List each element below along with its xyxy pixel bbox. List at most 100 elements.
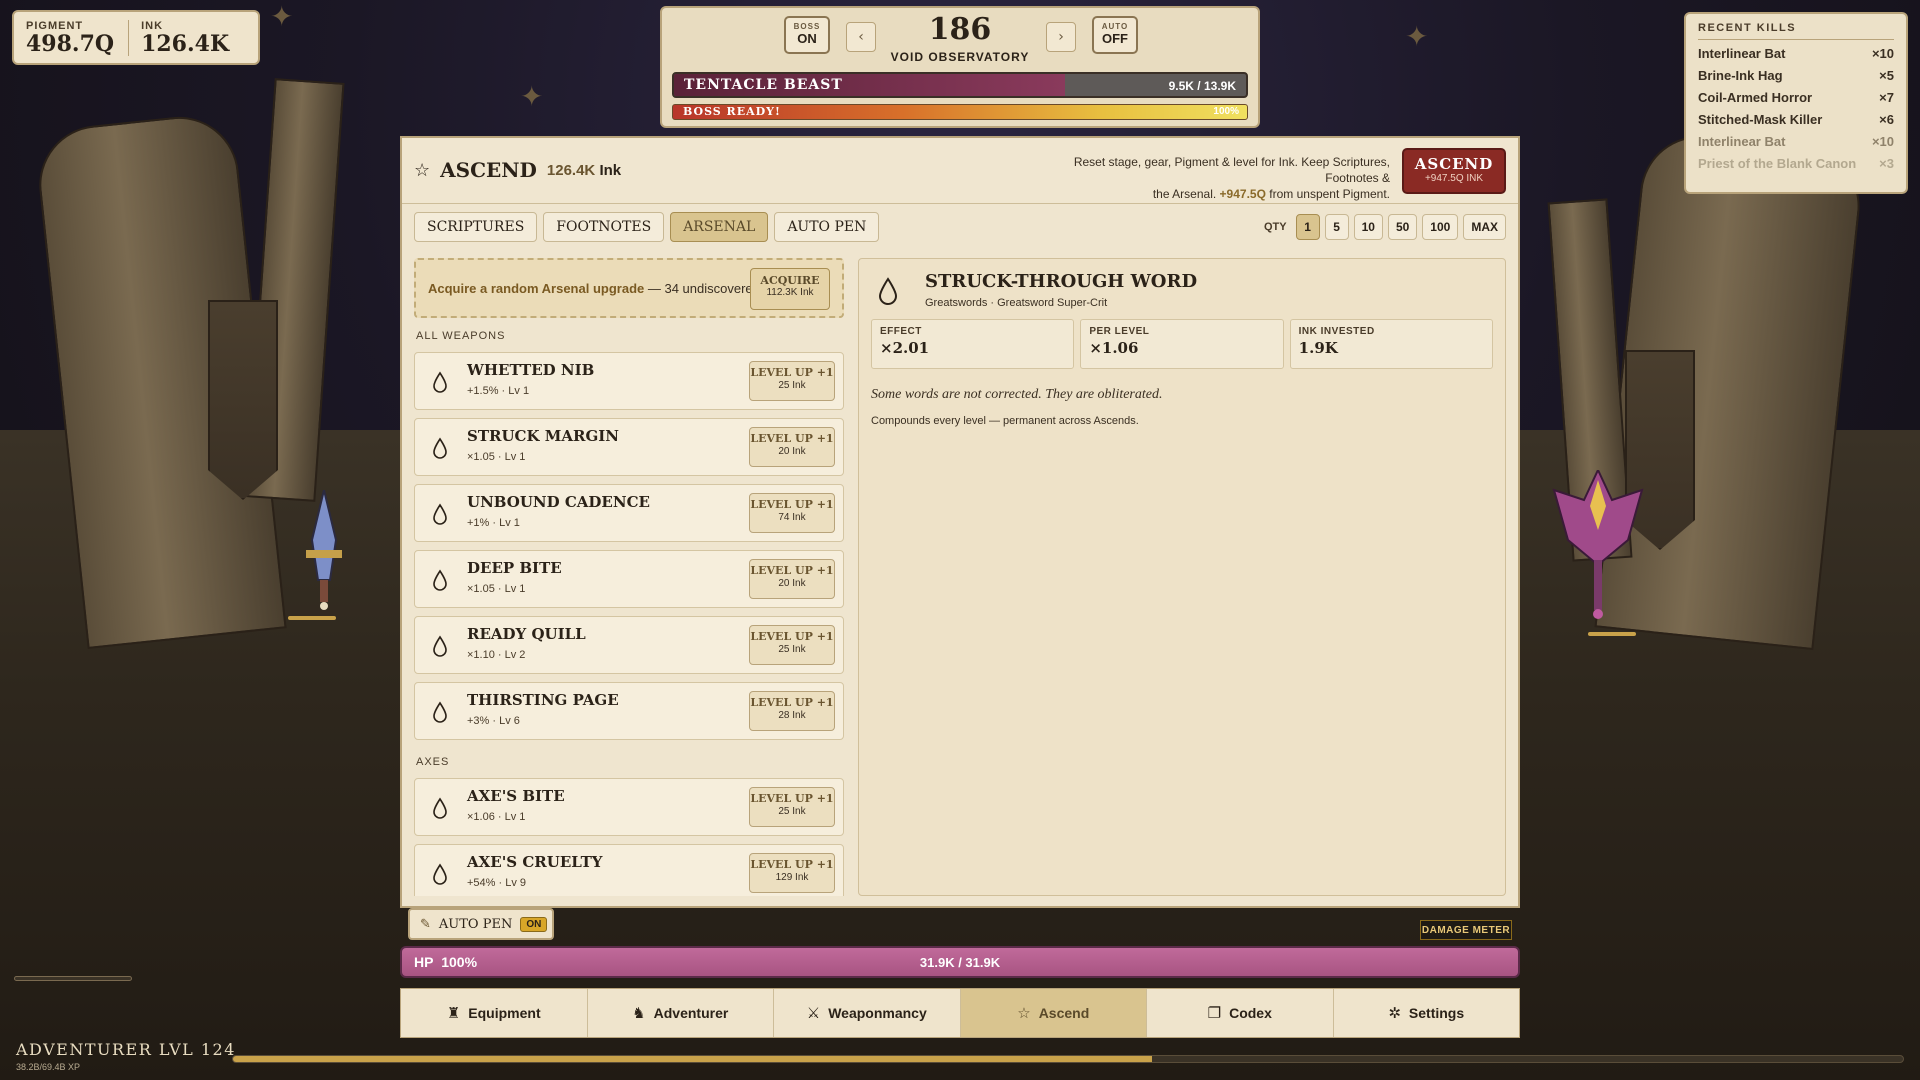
level-up-button[interactable]: LEVEL UP +1 25 Ink bbox=[749, 787, 835, 827]
qty-options: 1 5 10 50 100 MAX bbox=[1295, 214, 1506, 240]
level-up-label: LEVEL UP +1 bbox=[750, 792, 834, 805]
ascend-title-text: ASCEND bbox=[440, 158, 537, 182]
qty-option-50[interactable]: 50 bbox=[1387, 214, 1418, 240]
adventurer-level: ADVENTURER LVL 124 bbox=[16, 1040, 236, 1059]
nav-label: Adventurer bbox=[653, 1005, 729, 1021]
boss-ready-text: BOSS READY! bbox=[683, 105, 781, 118]
adventurer-icon: ♞ bbox=[632, 1004, 646, 1022]
upgrade-name: AXE'S BITE bbox=[467, 787, 565, 805]
star-decoration-icon: ✦ bbox=[520, 80, 544, 113]
level-up-button[interactable]: LEVEL UP +1 129 Ink bbox=[749, 853, 835, 893]
weapon-upgrade-card[interactable]: THIRSTING PAGE +3% · Lv 6 LEVEL UP +1 28 In… bbox=[414, 682, 844, 740]
kill-count: ×5 bbox=[1879, 68, 1894, 83]
level-up-button[interactable]: LEVEL UP +1 74 Ink bbox=[749, 493, 835, 533]
upgrade-stats: +54% · Lv 9 bbox=[467, 877, 527, 889]
level-up-button[interactable]: LEVEL UP +1 25 Ink bbox=[749, 361, 835, 401]
nav-weaponmancy[interactable]: ⚔ Weaponmancy bbox=[774, 989, 961, 1037]
tab-arsenal[interactable]: ARSENAL bbox=[670, 212, 769, 242]
level-up-label: LEVEL UP +1 bbox=[750, 696, 834, 709]
ascend-desc-highlight: +947.5Q bbox=[1219, 187, 1266, 201]
ink-drop-icon bbox=[433, 635, 447, 657]
upgrade-name: UNBOUND CADENCE bbox=[467, 493, 650, 511]
star-decoration-icon: ✦ bbox=[270, 0, 294, 33]
qty-option-max[interactable]: MAX bbox=[1463, 214, 1506, 240]
level-up-label: LEVEL UP +1 bbox=[750, 858, 834, 871]
weapon-upgrade-card[interactable]: AXE'S BITE ×1.06 · Lv 1 LEVEL UP +1 25 Ink bbox=[414, 778, 844, 836]
kill-name: Interlinear Bat bbox=[1698, 134, 1786, 149]
auto-toggle[interactable]: AUTO OFF bbox=[1092, 16, 1138, 54]
next-stage-button[interactable]: › bbox=[1046, 22, 1076, 52]
stat-effect: EFFECT ×2.01 bbox=[871, 319, 1075, 369]
auto-pen-toggle[interactable]: ✎ AUTO PEN ON bbox=[408, 908, 554, 940]
nav-ascend[interactable]: ☆ Ascend bbox=[960, 989, 1147, 1037]
chevron-right-icon: › bbox=[1058, 29, 1064, 45]
ink-drop-icon bbox=[433, 863, 447, 885]
ascend-button[interactable]: ASCEND +947.5Q INK bbox=[1402, 148, 1506, 194]
nav-settings[interactable]: ✲ Settings bbox=[1334, 989, 1520, 1037]
weapon-upgrade-card[interactable]: DEEP BITE ×1.05 · Lv 1 LEVEL UP +1 20 Ink bbox=[414, 550, 844, 608]
pouch-icon: ♜ bbox=[446, 1004, 461, 1022]
section-label: AXES bbox=[416, 756, 450, 768]
nav-label: Weaponmancy bbox=[828, 1005, 927, 1021]
tab-footnotes[interactable]: FOOTNOTES bbox=[543, 212, 665, 242]
nav-adventurer[interactable]: ♞ Adventurer bbox=[588, 989, 774, 1037]
upgrade-stats: ×1.06 · Lv 1 bbox=[467, 811, 526, 823]
pigment-counter: PIGMENT 498.7Q bbox=[26, 20, 128, 56]
qty-option-1[interactable]: 1 bbox=[1295, 214, 1320, 240]
weapon-upgrade-card[interactable]: STRUCK MARGIN ×1.05 · Lv 1 LEVEL UP +1 20 I… bbox=[414, 418, 844, 476]
currency-panel: PIGMENT 498.7Q INK 126.4K bbox=[12, 10, 260, 65]
acquire-button[interactable]: ACQUIRE 112.3K Ink bbox=[750, 268, 830, 310]
book-icon: ❐ bbox=[1207, 1004, 1222, 1022]
kill-count: ×10 bbox=[1871, 134, 1894, 149]
tab-scriptures[interactable]: SCRIPTURES bbox=[414, 212, 538, 242]
nav-codex[interactable]: ❐ Codex bbox=[1147, 989, 1334, 1037]
hp-value: 31.9K / 31.9K bbox=[919, 955, 1001, 970]
kill-name: Interlinear Bat bbox=[1698, 46, 1786, 61]
bottom-nav: ♜ Equipment ♞ Adventurer ⚔ Weaponmancy ☆ Ascend… bbox=[400, 988, 1520, 1038]
ink-drop-icon bbox=[433, 371, 447, 393]
ascend-desc-line1: Reset stage, gear, Pigment & level for I… bbox=[1073, 155, 1390, 185]
nav-label: Settings bbox=[1408, 1005, 1465, 1021]
damage-meter-button[interactable]: DAMAGE METER bbox=[1420, 920, 1512, 940]
kill-name: Stitched-Mask Killer bbox=[1698, 112, 1823, 127]
qty-option-5[interactable]: 5 bbox=[1324, 214, 1349, 240]
tab-auto-pen[interactable]: AUTO PEN bbox=[774, 212, 880, 242]
quantity-selector: QTY 1 5 10 50 100 MAX bbox=[1264, 214, 1506, 240]
weapon-upgrade-card[interactable]: UNBOUND CADENCE +1% · Lv 1 LEVEL UP +1 74 I… bbox=[414, 484, 844, 542]
level-up-button[interactable]: LEVEL UP +1 20 Ink bbox=[749, 427, 835, 467]
nav-label: Codex bbox=[1229, 1005, 1272, 1021]
level-up-button[interactable]: LEVEL UP +1 20 Ink bbox=[749, 559, 835, 599]
stage-panel: BOSS ON ‹ 186 VOID OBSERVATORY › AUTO OF… bbox=[660, 6, 1260, 128]
auto-pen-label: AUTO PEN bbox=[438, 916, 513, 932]
ink-drop-icon bbox=[433, 701, 447, 723]
acquire-button-cost: 112.3K Ink bbox=[766, 287, 814, 298]
ascend-button-reward: +947.5Q INK bbox=[1424, 173, 1484, 184]
qty-option-100[interactable]: 100 bbox=[1422, 214, 1459, 240]
stage-number: 186 bbox=[928, 12, 992, 47]
sword-icon: ⚔ bbox=[806, 1004, 821, 1022]
ascend-panel: ☆ ASCEND 126.4K Ink Reset stage, gear, P… bbox=[400, 136, 1520, 908]
kill-name: Coil-Armed Horror bbox=[1698, 90, 1813, 105]
level-up-cost: 25 Ink bbox=[778, 380, 806, 391]
arsenal-list[interactable]: Acquire a random Arsenal upgrade — 34 un… bbox=[414, 258, 844, 896]
upgrade-name: DEEP BITE bbox=[467, 559, 562, 577]
weapon-upgrade-card[interactable]: READY QUILL ×1.10 · Lv 2 LEVEL UP +1 25 Ink bbox=[414, 616, 844, 674]
kill-name: Brine-Ink Hag bbox=[1698, 68, 1783, 83]
kill-count: ×6 bbox=[1879, 112, 1894, 127]
ink-drop-icon bbox=[433, 503, 447, 525]
acquire-text-rest: — 34 undiscovered. bbox=[644, 281, 764, 296]
acquire-button-label: ACQUIRE bbox=[760, 274, 820, 287]
weapon-upgrade-card[interactable]: WHETTED NIB +1.5% · Lv 1 LEVEL UP +1 25 Ink bbox=[414, 352, 844, 410]
nav-equipment[interactable]: ♜ Equipment bbox=[401, 989, 588, 1037]
stat-value: 1.9K bbox=[1298, 339, 1338, 357]
level-up-button[interactable]: LEVEL UP +1 25 Ink bbox=[749, 625, 835, 665]
weapon-upgrade-card[interactable]: AXE'S CRUELTY +54% · Lv 9 LEVEL UP +1 129 I… bbox=[414, 844, 844, 896]
xp-bar bbox=[232, 1055, 1904, 1063]
detail-note: Compounds every level — permanent across… bbox=[871, 415, 1139, 427]
ink-counter: INK 126.4K bbox=[128, 19, 243, 56]
kill-name: Priest of the Blank Canon bbox=[1698, 156, 1857, 171]
ink-label: INK bbox=[141, 19, 164, 32]
qty-option-10[interactable]: 10 bbox=[1353, 214, 1383, 240]
level-up-button[interactable]: LEVEL UP +1 28 Ink bbox=[749, 691, 835, 731]
